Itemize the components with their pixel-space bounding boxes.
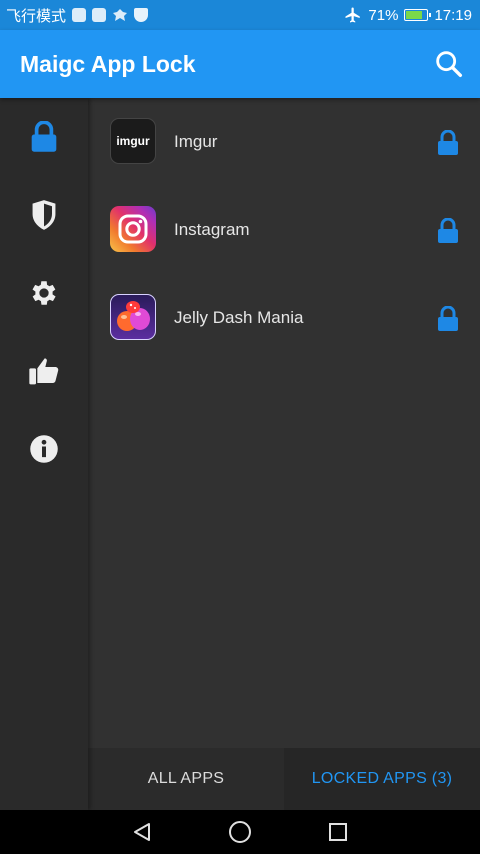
- sidebar-item-shield[interactable]: [0, 176, 88, 254]
- lock-icon[interactable]: [436, 218, 460, 244]
- info-icon: [30, 435, 58, 463]
- jelly-glyph-icon: [117, 301, 150, 331]
- notification-icon: [92, 8, 107, 22]
- list-item[interactable]: Instagram: [88, 186, 480, 274]
- clock: 17:19: [434, 6, 472, 24]
- recents-square-icon: [329, 823, 347, 841]
- instagram-app-icon: [110, 206, 156, 252]
- app-title: Maigc App Lock: [20, 50, 196, 77]
- thumbs-up-icon: [29, 358, 59, 385]
- sidebar-item-lock[interactable]: [0, 98, 88, 176]
- airplane-mode-text: 飞行模式: [6, 7, 67, 25]
- notification-icon: [72, 8, 87, 22]
- sidebar: [0, 98, 88, 810]
- status-bar: 飞行模式 71% 17:19: [0, 0, 480, 30]
- game-icon: [113, 9, 128, 21]
- sidebar-item-rate[interactable]: [0, 332, 88, 410]
- tab-all-apps[interactable]: ALL APPS: [88, 748, 284, 810]
- sidebar-item-settings[interactable]: [0, 254, 88, 332]
- lock-icon[interactable]: [436, 130, 460, 156]
- battery-icon: [404, 9, 432, 21]
- tab-locked-apps[interactable]: LOCKED APPS (3): [284, 748, 480, 810]
- home-button[interactable]: [210, 810, 270, 854]
- navigation-bar: [0, 810, 480, 854]
- lock-icon: [31, 121, 57, 152]
- shield-notification-icon: [134, 8, 149, 22]
- jelly-dash-app-icon: [110, 294, 156, 340]
- app-screen: 飞行模式 71% 17:19 Maigc App Lock imgur Imgu…: [0, 0, 480, 854]
- back-triangle-icon: [134, 823, 150, 841]
- battery-percent: 71%: [368, 6, 399, 24]
- home-circle-icon: [229, 821, 251, 843]
- lock-icon[interactable]: [436, 306, 460, 332]
- app-list: imgur Imgur Instagram Jelly Dash Mania: [88, 98, 480, 748]
- camera-glyph-icon: [118, 214, 148, 244]
- search-button[interactable]: [432, 47, 466, 81]
- imgur-app-icon: imgur: [110, 118, 156, 164]
- sidebar-item-info[interactable]: [0, 410, 88, 488]
- battery-level: [406, 11, 423, 19]
- shield-icon: [32, 200, 56, 230]
- list-item[interactable]: Jelly Dash Mania: [88, 274, 480, 362]
- list-item[interactable]: imgur Imgur: [88, 98, 480, 186]
- app-name: Imgur: [174, 132, 218, 151]
- app-bar: Maigc App Lock: [0, 30, 480, 98]
- recents-button[interactable]: [308, 810, 368, 854]
- imgur-logo-text: imgur: [116, 134, 150, 148]
- app-name: Jelly Dash Mania: [174, 308, 304, 327]
- gear-icon: [32, 281, 56, 305]
- search-icon: [436, 51, 463, 78]
- bottom-tab-bar: ALL APPS LOCKED APPS (3): [88, 748, 480, 810]
- airplane-icon: [345, 7, 361, 23]
- back-button[interactable]: [112, 810, 172, 854]
- app-name: Instagram: [174, 220, 250, 239]
